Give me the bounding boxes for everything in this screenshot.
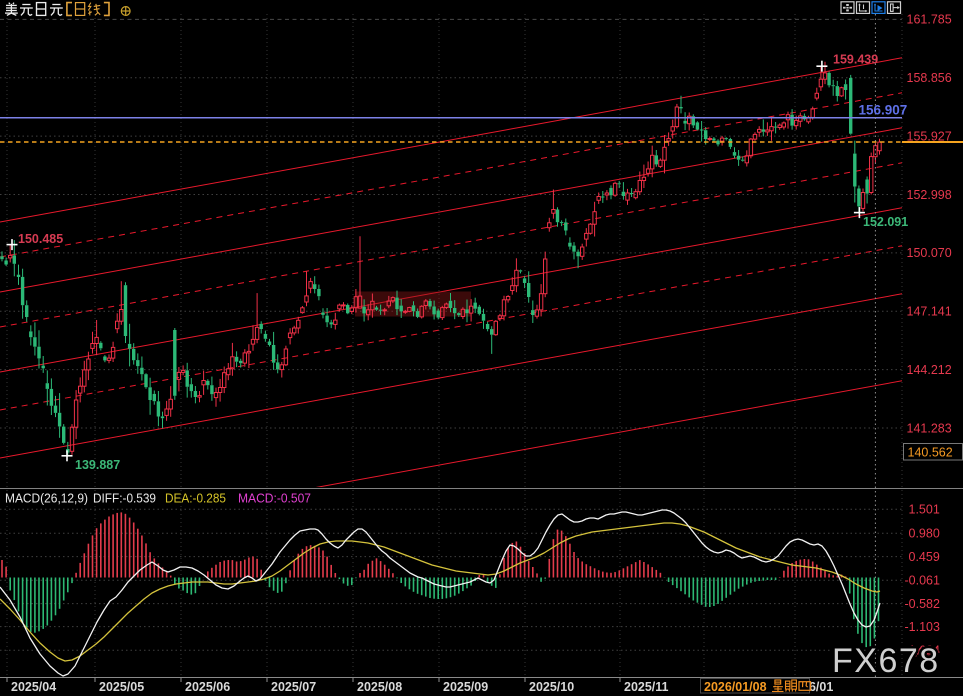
svg-text:2025/11: 2025/11 — [624, 680, 669, 694]
svg-text:152.998: 152.998 — [907, 188, 952, 202]
svg-text:DIFF:-0.539: DIFF:-0.539 — [93, 492, 156, 506]
svg-text:DEA:-0.285: DEA:-0.285 — [165, 492, 226, 506]
svg-text:144.212: 144.212 — [907, 363, 952, 377]
svg-text:0.980: 0.980 — [909, 527, 940, 541]
svg-text:2025/10: 2025/10 — [529, 680, 574, 694]
svg-text:-0.582: -0.582 — [905, 597, 940, 611]
svg-text:MACD:-0.507: MACD:-0.507 — [238, 492, 311, 506]
svg-text:FX678: FX678 — [832, 642, 940, 680]
svg-text:150.070: 150.070 — [907, 246, 952, 260]
svg-text:1.501: 1.501 — [909, 503, 940, 517]
svg-text:2025/04: 2025/04 — [11, 680, 56, 694]
svg-text:140.562: 140.562 — [908, 446, 953, 460]
svg-text:141.283: 141.283 — [907, 421, 952, 435]
svg-text:155.927: 155.927 — [907, 129, 952, 143]
svg-text:161.785: 161.785 — [907, 13, 952, 27]
svg-text:0.459: 0.459 — [909, 550, 940, 564]
svg-text:139.887: 139.887 — [75, 458, 120, 472]
svg-text:156.907: 156.907 — [859, 103, 908, 118]
svg-text:152.091: 152.091 — [863, 215, 908, 229]
svg-text:150.485: 150.485 — [18, 232, 63, 246]
svg-text:-1.103: -1.103 — [905, 620, 940, 634]
svg-text:2025/08: 2025/08 — [357, 680, 402, 694]
svg-text:158.856: 158.856 — [907, 71, 952, 85]
svg-text:2025/06: 2025/06 — [185, 680, 230, 694]
svg-text:159.439: 159.439 — [833, 53, 878, 67]
svg-text:2025/05: 2025/05 — [99, 680, 144, 694]
svg-text:2025/09: 2025/09 — [443, 680, 488, 694]
svg-text:147.141: 147.141 — [907, 305, 952, 319]
svg-text:-0.061: -0.061 — [905, 574, 940, 588]
svg-text:2026/01/08: 2026/01/08 — [704, 680, 767, 694]
svg-text:2025/07: 2025/07 — [271, 680, 316, 694]
svg-text:MACD(26,12,9): MACD(26,12,9) — [5, 492, 88, 506]
